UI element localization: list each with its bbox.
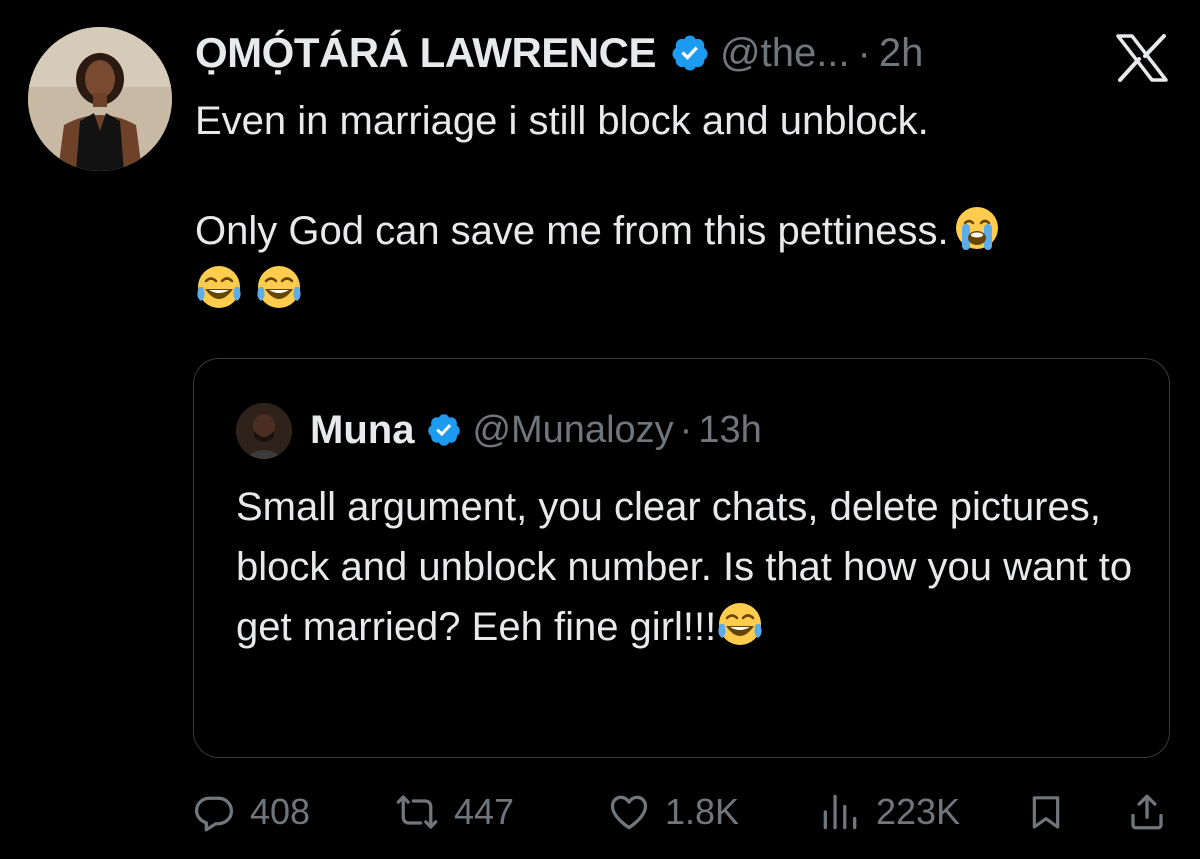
separator-dot: · [679, 408, 693, 451]
bookmark-button[interactable] [1026, 782, 1066, 842]
quoted-author-name[interactable]: Muna [310, 408, 414, 453]
tweet-action-bar: 408 447 1.8K 223K [0, 782, 1200, 842]
like-count: 1.8K [665, 791, 740, 832]
loudly-crying-face-icon [953, 204, 1001, 252]
repost-button[interactable]: 447 [394, 782, 514, 842]
verified-badge-icon [670, 33, 710, 73]
tears-of-joy-icon [195, 263, 243, 311]
tears-of-joy-icon [716, 600, 764, 648]
reply-button[interactable]: 408 [192, 782, 310, 842]
tweet-text-line-2-text: Only God can save me from this pettiness… [195, 209, 949, 253]
quoted-author-avatar[interactable] [236, 403, 292, 459]
tweet-time[interactable]: 2h [879, 31, 924, 76]
share-icon [1126, 790, 1168, 834]
x-logo-icon [1114, 34, 1170, 82]
repost-icon [394, 790, 440, 834]
verified-badge-icon [426, 412, 462, 448]
tweet-header: ỌMỌ́TÁRÁ LAWRENCE @the... · 2h [195, 28, 923, 78]
author-name[interactable]: ỌMỌ́TÁRÁ LAWRENCE [195, 29, 656, 77]
tears-of-joy-icon [255, 263, 303, 311]
share-button[interactable] [1126, 782, 1168, 842]
views-chart-icon [818, 790, 862, 834]
separator-dot: · [857, 30, 871, 75]
quoted-tweet-time[interactable]: 13h [698, 409, 761, 452]
author-handle[interactable]: @the... [720, 31, 850, 76]
quoted-tweet-text: Small argument, you clear chats, delete … [236, 485, 1133, 649]
tweet-body: Even in marriage i still block and unblo… [195, 94, 1175, 318]
reply-count: 408 [250, 791, 311, 832]
tweet-text-line-2: Only God can save me from this pettiness… [195, 204, 1175, 259]
like-button[interactable]: 1.8K [607, 782, 739, 842]
author-avatar[interactable] [28, 27, 172, 171]
tweet-emoji-line [195, 263, 1175, 318]
views-count: 223K [876, 791, 961, 832]
reply-icon [192, 790, 236, 834]
quoted-tweet-body: Small argument, you clear chats, delete … [236, 477, 1136, 657]
heart-icon [607, 790, 651, 834]
quoted-tweet-header: Muna @Munalozy · 13h [310, 405, 762, 455]
bookmark-icon [1026, 790, 1066, 834]
repost-count: 447 [454, 791, 515, 832]
tweet-text-line-1: Even in marriage i still block and unblo… [195, 99, 929, 143]
quoted-tweet[interactable]: Muna @Munalozy · 13h Small argument, you… [193, 358, 1170, 758]
tweet-card[interactable]: ỌMỌ́TÁRÁ LAWRENCE @the... · 2h Even in m… [0, 0, 1200, 859]
views-button[interactable]: 223K [818, 782, 960, 842]
quoted-author-handle[interactable]: @Munalozy [472, 409, 673, 452]
